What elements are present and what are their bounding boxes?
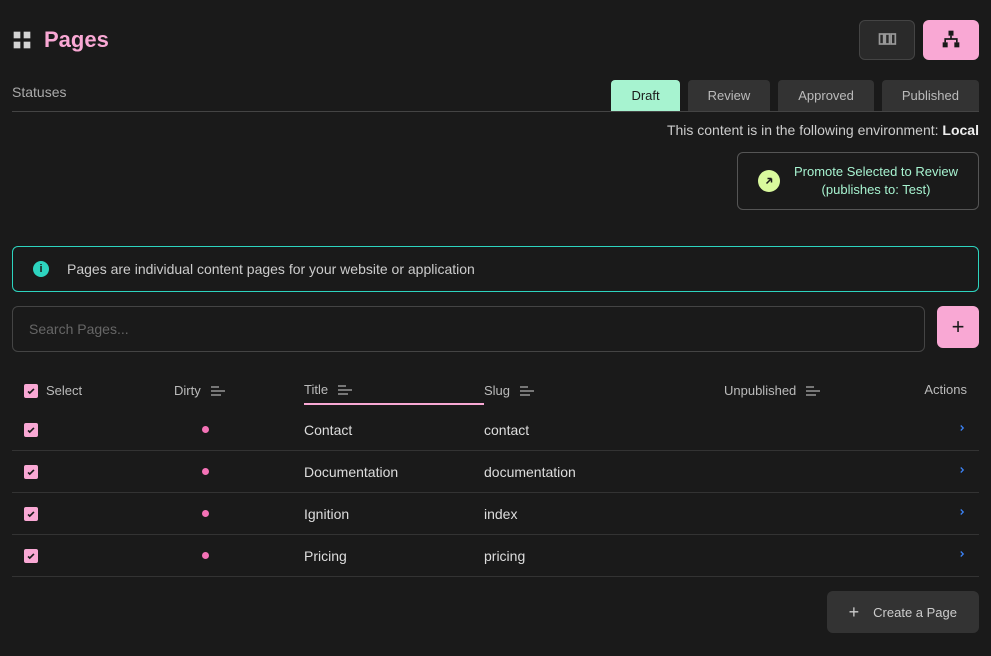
column-slug: Slug <box>484 383 510 398</box>
create-label: Create a Page <box>873 605 957 620</box>
tab-approved[interactable]: Approved <box>778 80 874 111</box>
sort-icon <box>806 386 820 396</box>
tab-review[interactable]: Review <box>688 80 771 111</box>
row-checkbox[interactable] <box>24 507 38 521</box>
table-view-button[interactable] <box>859 20 915 60</box>
create-page-button[interactable]: + Create a Page <box>827 591 979 633</box>
column-dirty-header[interactable]: Dirty <box>174 382 304 399</box>
dirty-indicator <box>202 426 209 433</box>
row-title: Pricing <box>304 548 347 564</box>
column-unpublished: Unpublished <box>724 383 796 398</box>
header-left: Pages <box>12 27 109 53</box>
dirty-indicator <box>202 510 209 517</box>
info-text: Pages are individual content pages for y… <box>67 261 475 277</box>
environment-prefix: This content is in the following environ… <box>667 122 942 138</box>
tree-view-button[interactable] <box>923 20 979 60</box>
chevron-right-icon[interactable] <box>957 464 967 480</box>
view-toggle <box>859 20 979 60</box>
tab-draft[interactable]: Draft <box>611 80 679 111</box>
row-title: Documentation <box>304 464 398 480</box>
row-slug: documentation <box>484 464 576 480</box>
add-button[interactable]: + <box>937 306 979 348</box>
chevron-right-icon[interactable] <box>957 548 967 564</box>
plus-icon: + <box>952 314 965 340</box>
chevron-right-icon[interactable] <box>957 422 967 438</box>
column-unpublished-header[interactable]: Unpublished <box>724 382 894 399</box>
row-checkbox[interactable] <box>24 465 38 479</box>
sort-icon <box>520 386 534 396</box>
table-header: Select Dirty Title Slug Unpublished Acti… <box>12 372 979 409</box>
column-dirty: Dirty <box>174 383 201 398</box>
table-row: Pricing pricing <box>12 535 979 577</box>
table-row: Documentation documentation <box>12 451 979 493</box>
table-icon <box>877 29 897 52</box>
row-slug: contact <box>484 422 529 438</box>
statuses-label: Statuses <box>12 84 66 108</box>
sort-icon <box>211 386 225 396</box>
promote-line2: (publishes to: Test) <box>822 182 931 197</box>
environment-name: Local <box>942 122 979 138</box>
page-title: Pages <box>44 27 109 53</box>
arrow-outbound-icon <box>758 170 780 192</box>
promote-line1: Promote Selected to Review <box>794 164 958 179</box>
chevron-right-icon[interactable] <box>957 506 967 522</box>
select-all-checkbox[interactable] <box>24 384 38 398</box>
status-tabs: Draft Review Approved Published <box>611 80 979 111</box>
row-checkbox[interactable] <box>24 549 38 563</box>
environment-info: This content is in the following environ… <box>12 122 979 138</box>
row-checkbox[interactable] <box>24 423 38 437</box>
tab-published[interactable]: Published <box>882 80 979 111</box>
sort-icon <box>338 385 352 395</box>
hierarchy-icon <box>941 29 961 52</box>
column-slug-header[interactable]: Slug <box>484 382 724 399</box>
row-slug: pricing <box>484 548 525 564</box>
column-title-header[interactable]: Title <box>304 382 484 405</box>
dirty-indicator <box>202 552 209 559</box>
app-logo-icon <box>12 30 32 50</box>
plus-icon: + <box>849 603 860 621</box>
table-row: Contact contact <box>12 409 979 451</box>
info-banner: i Pages are individual content pages for… <box>12 246 979 292</box>
promote-button[interactable]: Promote Selected to Review (publishes to… <box>737 152 979 210</box>
table-row: Ignition index <box>12 493 979 535</box>
column-actions: Actions <box>924 382 967 397</box>
pages-table: Select Dirty Title Slug Unpublished Acti… <box>12 372 979 577</box>
info-icon: i <box>33 261 49 277</box>
column-select: Select <box>46 383 82 398</box>
row-title: Contact <box>304 422 352 438</box>
column-title: Title <box>304 382 328 397</box>
dirty-indicator <box>202 468 209 475</box>
row-title: Ignition <box>304 506 349 522</box>
row-slug: index <box>484 506 517 522</box>
search-input[interactable] <box>12 306 925 352</box>
